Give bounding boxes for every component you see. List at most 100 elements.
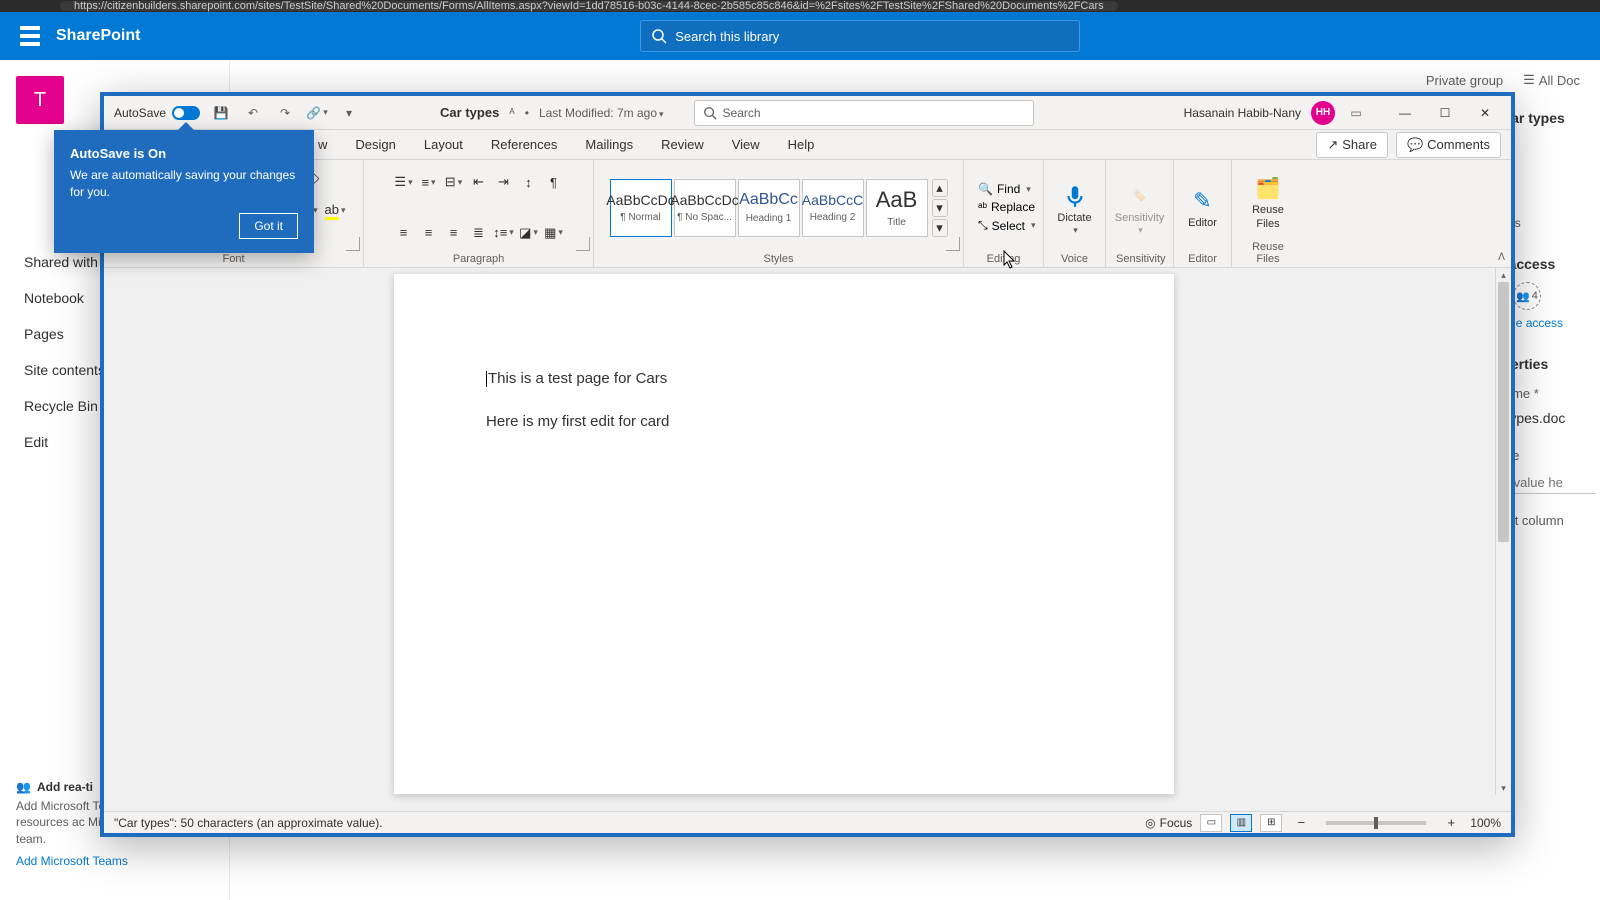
undo-icon[interactable]: ↶	[242, 102, 264, 124]
document-title[interactable]: Car types	[440, 105, 499, 120]
style-title[interactable]: AaBTitle	[866, 179, 928, 237]
view-all-docs[interactable]: All Doc	[1539, 73, 1580, 88]
callout-got-it-button[interactable]: Got it	[239, 213, 298, 239]
sensitivity-tag-icon: 🏷️	[1124, 180, 1156, 212]
ribbon-group-font: AutoSave is On We are automatically savi…	[104, 160, 364, 267]
close-button[interactable]: ✕	[1465, 99, 1505, 127]
microphone-icon	[1062, 183, 1088, 209]
search-placeholder: Search this library	[675, 29, 779, 44]
browser-address-bar: https://citizenbuilders.sharepoint.com/s…	[0, 0, 1600, 12]
scroll-up-arrow-icon[interactable]: ▴	[1496, 268, 1511, 282]
highlight-color-icon[interactable]: ab	[324, 200, 346, 222]
save-icon[interactable]: 💾	[210, 102, 232, 124]
sharepoint-search-box[interactable]: Search this library	[640, 20, 1080, 52]
multilevel-list-icon[interactable]: ⊟	[443, 171, 465, 193]
sharepoint-top-right-badges: Private group ☰ All Doc	[1426, 72, 1580, 88]
tab-layout[interactable]: Layout	[410, 130, 477, 159]
font-dialog-launcher-icon[interactable]	[346, 237, 360, 251]
replace-button[interactable]: ᵃᵇ Replace	[974, 199, 1039, 215]
app-launcher-icon[interactable]	[20, 26, 40, 46]
borders-icon[interactable]: ▦	[543, 222, 565, 244]
increase-indent-icon[interactable]: ⇥	[493, 171, 515, 193]
print-layout-view-icon[interactable]: ▥	[1230, 814, 1252, 832]
tell-me-search[interactable]: Search	[694, 100, 1034, 126]
editor-button[interactable]: ✎ Editor	[1183, 185, 1223, 230]
style-heading1[interactable]: AaBbCcHeading 1	[738, 179, 800, 237]
style-heading2[interactable]: AaBbCcCHeading 2	[802, 179, 864, 237]
document-page-1[interactable]: This is a test page for Cars Here is my …	[394, 274, 1174, 794]
zoom-percentage[interactable]: 100%	[1470, 816, 1501, 830]
tab-review[interactable]: Review	[647, 130, 718, 159]
autosave-toggle-group[interactable]: AutoSave	[114, 106, 200, 120]
minimize-button[interactable]: —	[1385, 99, 1425, 127]
line-spacing-icon[interactable]: ↕≡	[493, 222, 515, 244]
access-count-badge[interactable]: 👥4	[1513, 282, 1541, 310]
accessibility-icon[interactable]: 🔗	[306, 102, 328, 124]
add-teams-link[interactable]: Add Microsoft Teams	[16, 854, 216, 868]
tab-help[interactable]: Help	[774, 130, 829, 159]
comments-button[interactable]: 💬 Comments	[1396, 132, 1501, 158]
share-button[interactable]: ↗ Share	[1316, 132, 1388, 158]
ribbon-group-reuse-files: 🗂️ Reuse Files Reuse Files	[1232, 160, 1304, 267]
teams-icon: 👥	[16, 780, 31, 794]
zoom-slider[interactable]	[1326, 821, 1426, 825]
redo-icon[interactable]: ↷	[274, 102, 296, 124]
autosave-toggle[interactable]	[172, 106, 200, 120]
document-paragraph-1[interactable]: This is a test page for Cars	[486, 370, 1082, 387]
reuse-files-button[interactable]: 🗂️ Reuse Files	[1248, 172, 1288, 230]
web-layout-view-icon[interactable]: ⊞	[1260, 814, 1282, 832]
sort-icon[interactable]: ↕	[518, 171, 540, 193]
dictate-button[interactable]: Dictate	[1053, 180, 1095, 236]
collapse-ribbon-icon[interactable]: ᐱ	[1498, 252, 1505, 263]
justify-icon[interactable]: ≣	[468, 222, 490, 244]
tab-references[interactable]: References	[477, 130, 571, 159]
tab-design[interactable]: Design	[341, 130, 409, 159]
reuse-files-icon: 🗂️	[1252, 172, 1284, 204]
styles-dialog-launcher-icon[interactable]	[946, 237, 960, 251]
ribbon-home: AutoSave is On We are automatically savi…	[104, 160, 1511, 268]
sensitivity-button[interactable]: 🏷️ Sensitivity	[1111, 180, 1169, 236]
word-title-bar: AutoSave 💾 ↶ ↷ 🔗 ▾ Car types ᴬ • Last Mo…	[104, 96, 1511, 130]
user-avatar[interactable]: HH	[1311, 101, 1335, 125]
align-left-icon[interactable]: ≡	[393, 222, 415, 244]
tab-mailings[interactable]: Mailings	[571, 130, 647, 159]
sharepoint-brand[interactable]: SharePoint	[56, 27, 140, 45]
shading-icon[interactable]: ◪	[518, 222, 540, 244]
site-logo-tile[interactable]: T	[16, 76, 64, 124]
numbering-icon[interactable]: ≡	[418, 171, 440, 193]
search-icon	[651, 28, 667, 44]
styles-expand-icon[interactable]: ▾	[932, 219, 948, 237]
read-mode-view-icon[interactable]: ▭	[1200, 814, 1222, 832]
ribbon-group-styles: AaBbCcDc¶ Normal AaBbCcDc¶ No Spac... Aa…	[594, 160, 964, 267]
ribbon-display-options-icon[interactable]: ▭	[1345, 102, 1367, 124]
browser-url[interactable]: https://citizenbuilders.sharepoint.com/s…	[60, 1, 1118, 11]
styles-scroll-up-icon[interactable]: ▴	[932, 179, 948, 197]
document-paragraph-2[interactable]: Here is my first edit for card	[486, 413, 1082, 430]
select-button[interactable]: ⤡ Select	[974, 217, 1040, 234]
styles-scroll-down-icon[interactable]: ▾	[932, 199, 948, 217]
vertical-scrollbar[interactable]: ▴ ▾	[1495, 268, 1511, 795]
focus-button[interactable]: ◎ Focus	[1145, 816, 1192, 830]
style-normal[interactable]: AaBbCcDc¶ Normal	[610, 179, 672, 237]
ribbon-group-sensitivity: 🏷️ Sensitivity Sensitivity	[1106, 160, 1174, 267]
document-canvas[interactable]: This is a test page for Cars Here is my …	[104, 268, 1511, 811]
align-right-icon[interactable]: ≡	[443, 222, 465, 244]
bullets-icon[interactable]: ☰	[393, 171, 415, 193]
ribbon-group-paragraph: ☰ ≡ ⊟ ⇤ ⇥ ↕ ¶ ≡ ≡ ≡ ≣ ↕≡ ◪ ▦ Paragraph	[364, 160, 594, 267]
zoom-out-button[interactable]: −	[1290, 812, 1312, 834]
tab-view[interactable]: View	[718, 130, 774, 159]
last-modified-label[interactable]: Last Modified: 7m ago	[539, 106, 664, 120]
maximize-button[interactable]: ☐	[1425, 99, 1465, 127]
paragraph-dialog-launcher-icon[interactable]	[576, 237, 590, 251]
show-marks-icon[interactable]: ¶	[543, 171, 565, 193]
customize-qat-icon[interactable]: ▾	[338, 102, 360, 124]
zoom-in-button[interactable]: +	[1440, 812, 1462, 834]
scroll-down-arrow-icon[interactable]: ▾	[1496, 781, 1511, 795]
align-center-icon[interactable]: ≡	[418, 222, 440, 244]
find-button[interactable]: 🔍 Find	[974, 181, 1035, 197]
decrease-indent-icon[interactable]: ⇤	[468, 171, 490, 193]
signed-in-user[interactable]: Hasanain Habib-Nany	[1184, 106, 1301, 120]
scrollbar-thumb[interactable]	[1498, 282, 1509, 542]
url-text: https://citizenbuilders.sharepoint.com/s…	[74, 0, 1104, 12]
style-nospacing[interactable]: AaBbCcDc¶ No Spac...	[674, 179, 736, 237]
